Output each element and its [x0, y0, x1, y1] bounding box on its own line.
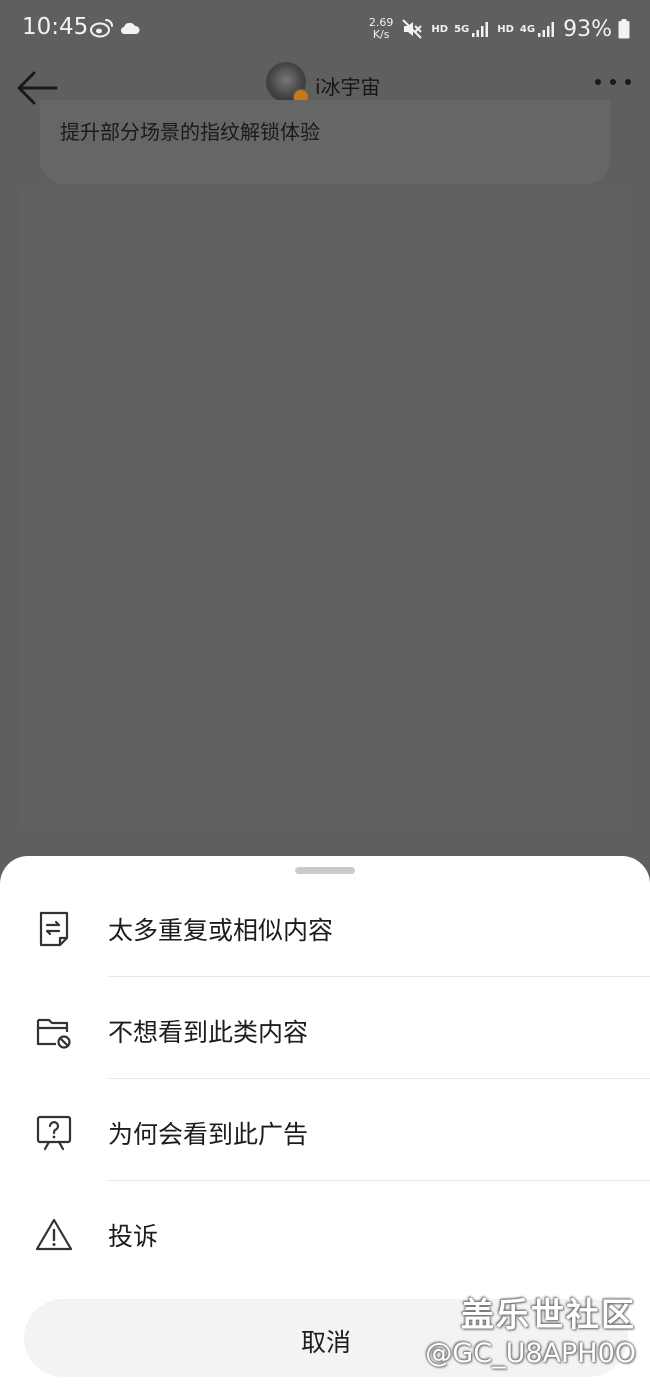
net-speed: 2.69 K/s	[369, 17, 394, 41]
cloud-icon	[120, 22, 140, 35]
menu-item-label: 不想看到此类内容	[108, 1018, 309, 1047]
more-options-icon[interactable]	[592, 70, 634, 94]
menu-item-label: 太多重复或相似内容	[108, 916, 334, 945]
page-title[interactable]: i冰宇宙	[315, 71, 381, 100]
watermark-title: 盖乐世社区	[461, 1295, 636, 1334]
menu-item-not-interested[interactable]: 不想看到此类内容	[0, 979, 650, 1081]
hd-label: HD	[497, 23, 514, 35]
status-time: 10:45	[22, 14, 89, 40]
signal-icon	[472, 22, 489, 37]
watermark-user: @GC_U8APH0O	[425, 1338, 636, 1369]
sheet-handle[interactable]	[295, 867, 355, 874]
battery-icon	[618, 19, 630, 39]
status-indicators: 2.69 K/s HD 5G HD 4G 93%	[369, 12, 630, 46]
menu-item-report[interactable]: 投诉	[0, 1183, 650, 1285]
network-4g-label: 4G	[519, 23, 536, 35]
card-text: 提升部分场景的指纹解锁体验	[60, 120, 320, 144]
menu-item-label: 为何会看到此广告	[108, 1120, 309, 1149]
menu-item-label: 投诉	[108, 1222, 159, 1251]
warning-icon	[35, 1218, 73, 1251]
question-board-icon	[36, 1115, 72, 1151]
battery-percent: 93%	[563, 16, 612, 42]
menu-item-repeat-content[interactable]: 太多重复或相似内容	[0, 877, 650, 979]
net-speed-unit: K/s	[372, 28, 390, 41]
menu-divider	[108, 1078, 650, 1079]
hd-label: HD	[431, 23, 449, 35]
menu-divider	[108, 976, 650, 977]
mute-icon	[402, 19, 423, 39]
repeat-doc-icon	[39, 911, 69, 947]
content-image	[20, 186, 630, 830]
folder-block-icon	[36, 1018, 71, 1049]
status-bar: 10:45 2.69 K/s HD 5G HD 4G 93%	[0, 0, 650, 58]
content-card: 提升部分场景的指纹解锁体验	[40, 100, 610, 184]
menu-divider	[108, 1180, 650, 1181]
network-5g-label: 5G	[454, 23, 470, 35]
signal-icon	[538, 22, 555, 37]
menu-item-why-ad[interactable]: 为何会看到此广告	[0, 1081, 650, 1183]
weibo-icon	[90, 19, 113, 38]
